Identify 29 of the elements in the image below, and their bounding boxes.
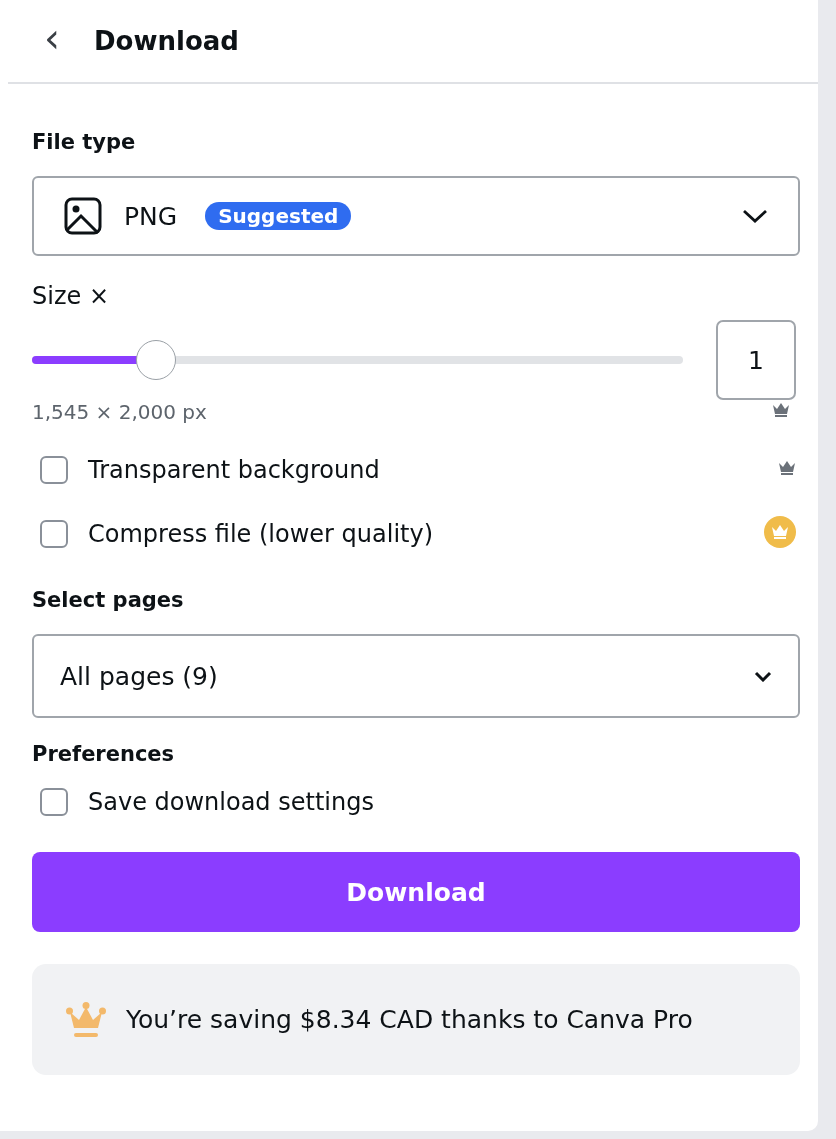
checkbox[interactable]: [40, 788, 68, 816]
crown-icon: [66, 1001, 106, 1038]
file-type-value: PNG: [124, 201, 178, 231]
pages-dropdown[interactable]: All pages (9): [32, 634, 800, 718]
promo-text: You’re saving $8.34 CAD thanks to Canva Pro: [126, 1005, 693, 1034]
panel-title: Download: [94, 26, 239, 56]
size-label: Size ×: [32, 282, 110, 310]
section-heading: Select pages: [32, 588, 185, 612]
checkbox[interactable]: [40, 456, 68, 484]
size-input[interactable]: 1: [716, 320, 796, 400]
option-label: Save download settings: [88, 788, 375, 816]
back-button[interactable]: ‹: [32, 18, 72, 64]
option-label: Compress file (lower quality): [88, 520, 435, 548]
crown-icon: [764, 516, 796, 548]
pages-value: All pages (9): [60, 661, 218, 691]
checkbox[interactable]: [40, 520, 68, 548]
section-heading: Preferences: [32, 742, 176, 766]
image-icon: [64, 197, 102, 235]
section-heading: File type: [32, 130, 137, 154]
file-type-dropdown[interactable]: PNG Suggested: [32, 176, 800, 256]
size-slider[interactable]: [32, 340, 683, 380]
suggested-tag: Suggested: [205, 202, 352, 230]
chevron-down-icon: [742, 209, 768, 223]
crown-icon: [772, 402, 790, 418]
dimensions-text: 1,545 × 2,000 px: [32, 400, 207, 424]
download-button[interactable]: Download: [32, 852, 800, 932]
crown-icon: [778, 460, 796, 476]
chevron-down-icon: [754, 670, 772, 682]
option-label: Transparent background: [88, 456, 381, 484]
